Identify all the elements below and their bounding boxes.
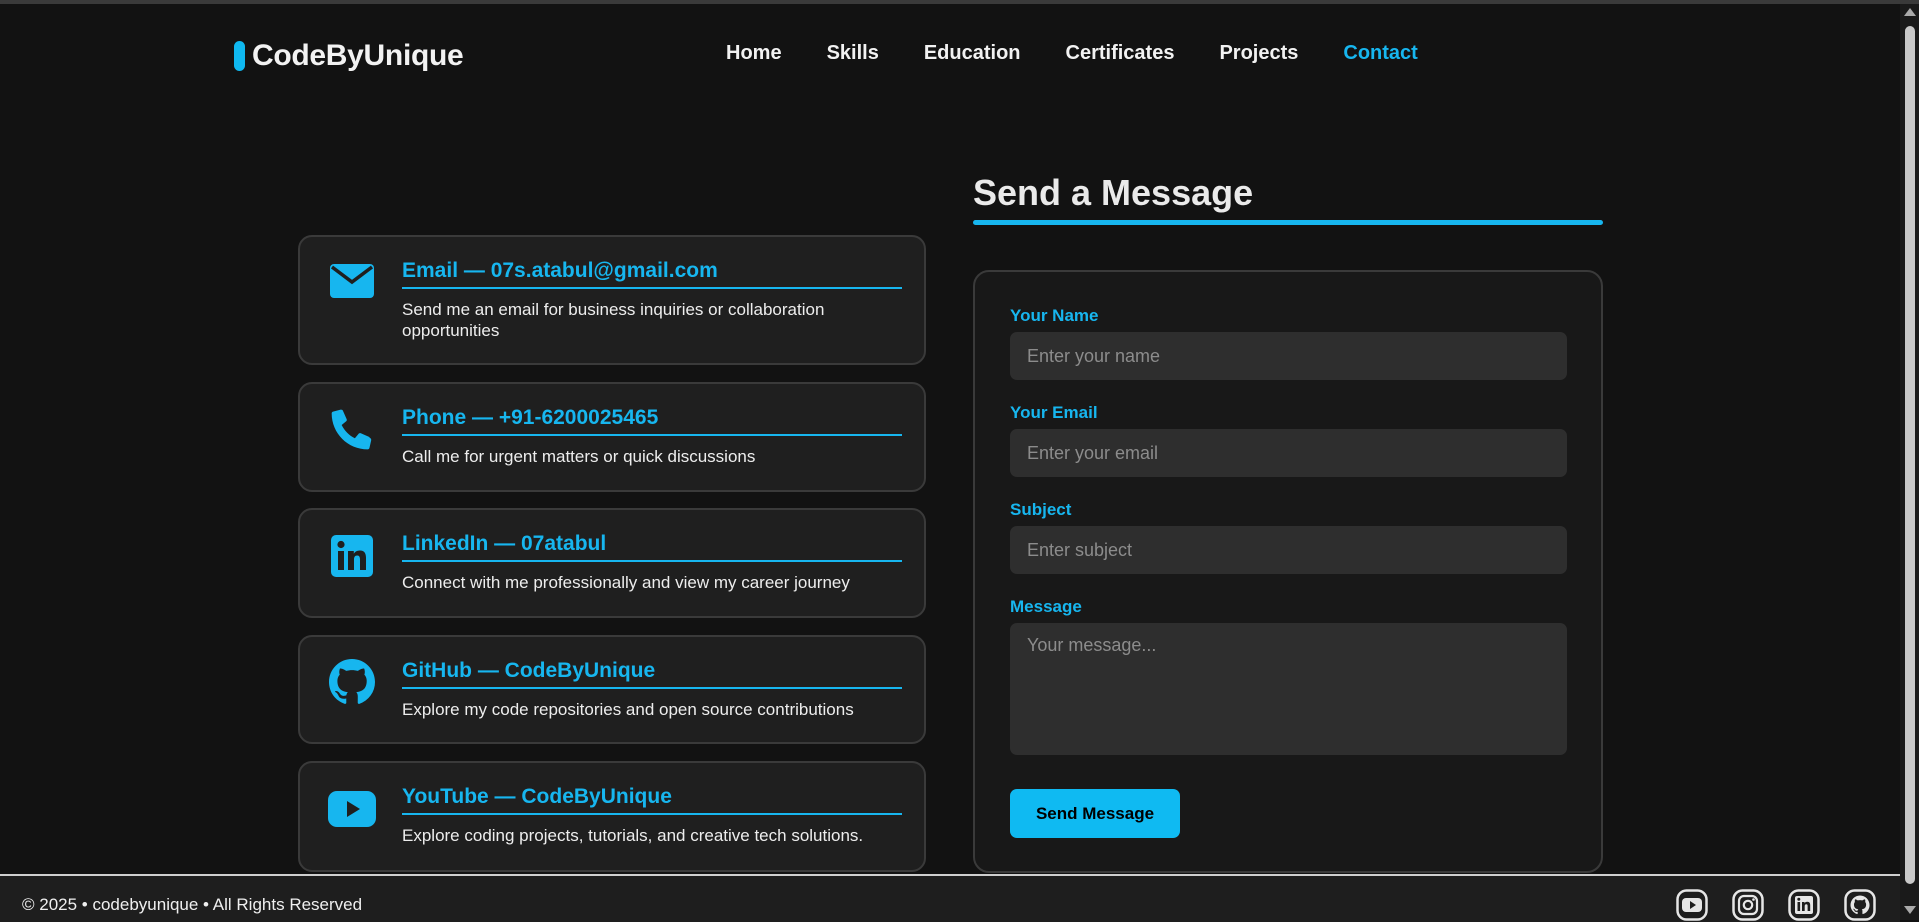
contact-card-linkedin[interactable]: LinkedIn — 07atabul Connect with me prof… bbox=[298, 508, 926, 618]
nav-item-education[interactable]: Education bbox=[924, 42, 1021, 65]
copyright-text: © 2025 • codebyunique • All Rights Reser… bbox=[22, 895, 363, 914]
contact-card-description: Explore coding projects, tutorials, and … bbox=[402, 826, 864, 845]
contact-card-email[interactable]: Email — 07s.atabul@gmail.com Send me an … bbox=[298, 235, 926, 365]
site-logo[interactable]: CodeByUnique bbox=[234, 39, 464, 73]
footer-github-icon[interactable] bbox=[1843, 888, 1877, 922]
form-heading: Send a Message bbox=[973, 172, 1254, 213]
scroll-up-arrow-icon[interactable] bbox=[1904, 8, 1916, 16]
envelope-icon bbox=[328, 257, 376, 305]
youtube-icon bbox=[328, 785, 376, 833]
contact-card-title: GitHub — CodeByUnique bbox=[402, 659, 902, 689]
name-label: Your Name bbox=[1010, 306, 1099, 325]
site-footer: © 2025 • codebyunique • All Rights Reser… bbox=[0, 874, 1900, 922]
nav-item-home[interactable]: Home bbox=[726, 42, 782, 65]
contact-card-phone[interactable]: Phone — +91-6200025465 Call me for urgen… bbox=[298, 382, 926, 492]
main-nav: Home Skills Education Certificates Proje… bbox=[726, 42, 1463, 65]
logo-text: CodeByUnique bbox=[252, 39, 464, 72]
contact-card-title: LinkedIn — 07atabul bbox=[402, 532, 902, 562]
footer-instagram-icon[interactable] bbox=[1731, 888, 1765, 922]
subject-label: Subject bbox=[1010, 500, 1072, 519]
contact-card-title: Phone — +91-6200025465 bbox=[402, 406, 902, 436]
message-textarea[interactable] bbox=[1010, 623, 1567, 755]
contact-card-title: Email — 07s.atabul@gmail.com bbox=[402, 259, 902, 289]
phone-icon bbox=[328, 406, 376, 454]
footer-linkedin-icon[interactable] bbox=[1787, 888, 1821, 922]
message-label: Message bbox=[1010, 597, 1082, 616]
nav-item-skills[interactable]: Skills bbox=[827, 42, 879, 65]
nav-item-certificates[interactable]: Certificates bbox=[1066, 42, 1175, 65]
contact-card-youtube[interactable]: YouTube — CodeByUnique Explore coding pr… bbox=[298, 761, 926, 872]
heading-underline bbox=[973, 220, 1603, 225]
contact-card-description: Call me for urgent matters or quick disc… bbox=[402, 447, 756, 466]
contact-form: Your Name Your Email Subject Message Sen… bbox=[973, 270, 1603, 873]
site-header: CodeByUnique Home Skills Education Certi… bbox=[0, 4, 1900, 100]
send-message-button[interactable]: Send Message bbox=[1010, 789, 1180, 838]
contact-card-description: Connect with me professionally and view … bbox=[402, 573, 850, 592]
linkedin-icon bbox=[328, 532, 376, 580]
page-scrollbar[interactable] bbox=[1900, 4, 1919, 920]
scroll-down-arrow-icon[interactable] bbox=[1904, 906, 1916, 914]
email-label: Your Email bbox=[1010, 403, 1098, 422]
contact-card-description: Explore my code repositories and open so… bbox=[402, 700, 854, 719]
footer-youtube-icon[interactable] bbox=[1675, 888, 1709, 922]
name-input[interactable] bbox=[1010, 332, 1567, 380]
contact-card-title: YouTube — CodeByUnique bbox=[402, 785, 902, 815]
scrollbar-thumb[interactable] bbox=[1905, 26, 1915, 884]
nav-item-projects[interactable]: Projects bbox=[1219, 42, 1298, 65]
github-icon bbox=[328, 658, 376, 706]
email-input[interactable] bbox=[1010, 429, 1567, 477]
nav-item-contact[interactable]: Contact bbox=[1343, 42, 1417, 65]
subject-input[interactable] bbox=[1010, 526, 1567, 574]
contact-card-description: Send me an email for business inquiries … bbox=[402, 300, 825, 340]
logo-accent-bar bbox=[234, 41, 245, 71]
contact-card-github[interactable]: GitHub — CodeByUnique Explore my code re… bbox=[298, 635, 926, 744]
